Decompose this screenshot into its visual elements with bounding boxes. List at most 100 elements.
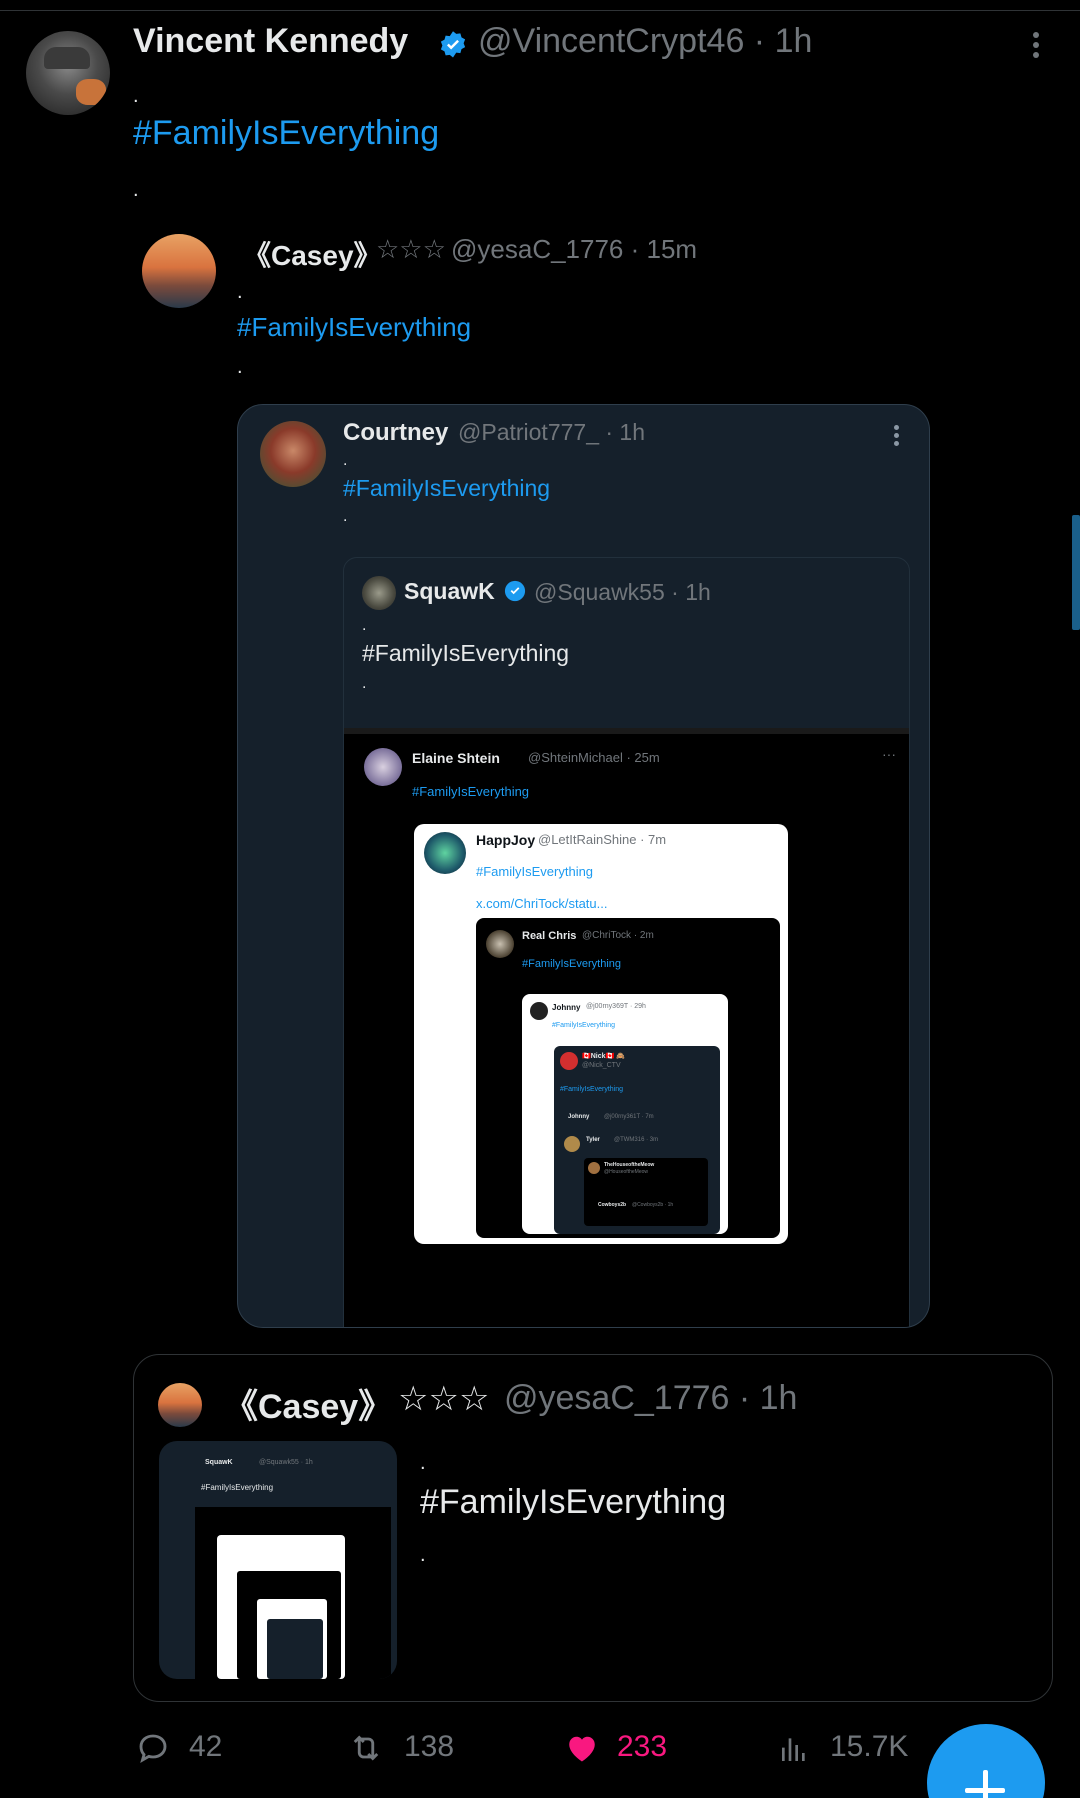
attached-screenshot-image[interactable]: 《Casey》 ☆☆☆ @yesaC_1776 · 15m . #FamilyI… bbox=[133, 222, 933, 1337]
views-button[interactable]: 15.7K bbox=[778, 1726, 928, 1770]
squawk-verified-icon bbox=[504, 580, 526, 602]
realchris-hashtag: #FamilyIsEverything bbox=[522, 958, 622, 970]
happjoy-card: HappJoy @LetItRainShine · 7m #FamilyIsEv… bbox=[414, 824, 788, 1244]
happjoy-avatar bbox=[424, 832, 466, 874]
like-count: 233 bbox=[617, 1730, 668, 1763]
casey-handle: @yesaC_1776 · 15m bbox=[451, 234, 698, 264]
elaine-layer: Elaine Shtein @ShteinMichael · 25m ··· #… bbox=[344, 728, 909, 1327]
courtney-more-icon bbox=[894, 425, 900, 446]
quote-author-name: 《Casey》 bbox=[224, 1388, 393, 1426]
nick-card: 🇨🇦Nick🇨🇦 🙈 @Nick_CTV #FamilyIsEverything… bbox=[554, 1046, 720, 1234]
casey-name: 《Casey》 bbox=[243, 240, 382, 271]
courtney-hashtag: #FamilyIsEverything bbox=[343, 475, 551, 501]
reply-button[interactable]: 42 bbox=[133, 1726, 253, 1770]
tyler-name: Tyler bbox=[586, 1137, 600, 1143]
repost-icon bbox=[353, 1735, 379, 1761]
realchris-handle: @ChriTock · 2m bbox=[582, 930, 654, 941]
quote-author-avatar bbox=[158, 1383, 202, 1427]
johnny2-handle: @j00rny361T · 7m bbox=[604, 1114, 654, 1120]
squawk-hashtag: #FamilyIsEverything bbox=[362, 640, 570, 666]
tyler-avatar bbox=[564, 1136, 580, 1152]
elaine-hashtag: #FamilyIsEverything bbox=[412, 784, 530, 799]
casey-avatar bbox=[142, 234, 216, 308]
quote-hashtag: #FamilyIsEverything bbox=[420, 1483, 727, 1521]
nick-handle: @Nick_CTV bbox=[582, 1062, 621, 1069]
scrollbar-thumb[interactable] bbox=[1072, 515, 1080, 630]
realchris-card: Real Chris @ChriTock · 2m #FamilyIsEvery… bbox=[476, 918, 780, 1238]
tweet-hashtag[interactable]: #FamilyIsEverything bbox=[133, 114, 439, 153]
reply-icon bbox=[139, 1734, 167, 1763]
squawk-handle: @Squawk55 · 1h bbox=[534, 579, 711, 605]
cowboys-name: Cowboys2b bbox=[598, 1202, 627, 1208]
top-divider bbox=[0, 10, 1080, 11]
quote-author-stars: ☆☆☆ bbox=[398, 1380, 490, 1418]
courtney-handle: @Patriot777_ · 1h bbox=[458, 419, 646, 445]
realchris-avatar bbox=[486, 930, 514, 958]
happjoy-link: x.com/ChriTock/statu... bbox=[476, 896, 608, 911]
casey-stars: ☆☆☆ bbox=[376, 234, 446, 264]
hmm-avatar bbox=[588, 1162, 600, 1174]
johnny-card: Johnny @j00rny369T · 29h #FamilyIsEveryt… bbox=[522, 994, 728, 1234]
quote-thumbnail-image: SquawK @Squawk55 · 1h #FamilyIsEverythin… bbox=[159, 1441, 397, 1679]
courtney-dot-bottom: . bbox=[343, 508, 348, 525]
nick-name: 🇨🇦Nick🇨🇦 🙈 bbox=[582, 1053, 625, 1060]
compose-fab-button[interactable] bbox=[927, 1724, 1045, 1798]
cowboys-handle: @Cowboys2b · 1h bbox=[632, 1202, 674, 1208]
thumb-squawk-name: SquawK bbox=[205, 1459, 233, 1466]
like-button[interactable]: 233 bbox=[563, 1726, 703, 1770]
nick-hashtag: #FamilyIsEverything bbox=[560, 1086, 624, 1093]
courtney-avatar bbox=[260, 421, 326, 487]
johnny2-name: Johnny bbox=[568, 1114, 590, 1120]
casey-dot-bottom: . bbox=[237, 356, 243, 378]
thumb-inner-black2 bbox=[237, 1571, 341, 1679]
realchris-name: Real Chris bbox=[522, 930, 577, 942]
quote-author-handle: @yesaC_1776 · 1h bbox=[504, 1379, 798, 1417]
author-handle-time[interactable]: @VincentCrypt46 · 1h bbox=[478, 22, 812, 61]
tyler-handle: @TWM316 · 3m bbox=[614, 1137, 659, 1143]
quote-dot-top: . bbox=[420, 1452, 426, 1474]
views-icon bbox=[782, 1738, 805, 1761]
courtney-dot-top: . bbox=[343, 452, 348, 469]
thumb-inner-white bbox=[217, 1535, 345, 1679]
courtney-card: Courtney @Patriot777_ · 1h . #FamilyIsEv… bbox=[237, 404, 930, 1328]
thumb-inner-black bbox=[195, 1507, 391, 1679]
thumb-inner-white2 bbox=[257, 1599, 327, 1679]
author-avatar[interactable] bbox=[26, 31, 110, 115]
hmm-name: TheHouseoftheMeow bbox=[604, 1162, 655, 1168]
more-options-icon[interactable] bbox=[1030, 32, 1042, 62]
elaine-more-icon: ··· bbox=[882, 746, 896, 762]
johnny-avatar bbox=[530, 1002, 548, 1020]
hmm-handle: @HouseoftheMeow bbox=[604, 1169, 648, 1175]
author-name[interactable]: Vincent Kennedy bbox=[133, 22, 408, 61]
repost-count: 138 bbox=[404, 1730, 455, 1763]
squawk-dot-top: . bbox=[362, 617, 367, 634]
squawk-card: SquawK @Squawk55 · 1h . #FamilyIsEveryth… bbox=[343, 557, 910, 1327]
repost-button[interactable]: 138 bbox=[346, 1726, 486, 1770]
reply-count: 42 bbox=[189, 1730, 223, 1763]
thumb-squawk-handle: @Squawk55 · 1h bbox=[259, 1459, 313, 1466]
johnny-hashtag: #FamilyIsEverything bbox=[552, 1022, 616, 1029]
happjoy-handle: @LetItRainShine · 7m bbox=[538, 832, 667, 847]
happjoy-name: HappJoy bbox=[476, 832, 536, 848]
thumb-hashtag: #FamilyIsEverything bbox=[201, 1483, 274, 1492]
squawk-name: SquawK bbox=[404, 578, 495, 604]
plus-icon bbox=[965, 1770, 1005, 1798]
tweet-dot-top: . bbox=[133, 85, 139, 107]
nick-avatar bbox=[560, 1052, 578, 1070]
casey-hashtag: #FamilyIsEverything bbox=[237, 312, 472, 342]
elaine-name: Elaine Shtein bbox=[412, 750, 500, 766]
squawk-avatar bbox=[362, 576, 396, 610]
johnny-name: Johnny bbox=[552, 1003, 581, 1012]
johnny-handle: @j00rny369T · 29h bbox=[586, 1003, 646, 1010]
courtney-name: Courtney bbox=[343, 419, 449, 446]
squawk-dot-bottom: . bbox=[362, 675, 367, 692]
verified-badge-icon bbox=[440, 31, 466, 58]
quoted-tweet-card[interactable]: 《Casey》 ☆☆☆ @yesaC_1776 · 1h SquawK @Squ… bbox=[133, 1354, 1053, 1702]
thumb-inner-dark3 bbox=[267, 1619, 323, 1679]
elaine-avatar bbox=[364, 748, 402, 786]
happjoy-hashtag: #FamilyIsEverything bbox=[476, 864, 594, 879]
quote-dot-bottom: . bbox=[420, 1544, 426, 1566]
heart-icon bbox=[569, 1736, 595, 1762]
views-count: 15.7K bbox=[830, 1730, 909, 1763]
tweet-dot-bottom: . bbox=[133, 179, 139, 201]
